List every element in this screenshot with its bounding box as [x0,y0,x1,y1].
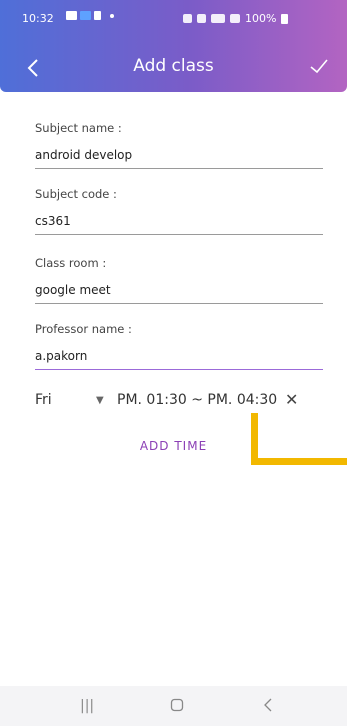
page-title: Add class [133,56,214,76]
status-system-icons: 100% [183,12,289,25]
add-time-button[interactable]: ADD TIME [0,439,347,453]
class-room-field: Class room : google meet [35,256,323,304]
subject-code-field: Subject code : cs361 [35,187,323,235]
wifi-icon [211,14,225,23]
professor-name-input[interactable]: a.pakorn [35,349,323,370]
class-room-input[interactable]: google meet [35,283,323,304]
subject-name-label: Subject name : [35,121,122,135]
more-dot-icon [110,13,114,18]
class-room-label: Class room : [35,256,107,270]
alarm-icon [183,14,192,23]
time-range[interactable]: PM. 01:30 ~ PM. 04:30 [117,392,277,408]
app-notification-icon [80,11,91,20]
home-circle-shape [170,698,184,712]
confirm-button[interactable] [307,54,331,78]
back-chevron-shape [264,698,272,712]
highlight-marker-arm [251,458,347,465]
recent-apps-icon[interactable]: ||| [80,698,94,714]
subject-name-field: Subject name : android develop [35,121,323,169]
status-notification-icons [66,11,114,20]
subject-code-label: Subject code : [35,187,117,201]
mute-icon [197,14,206,23]
home-icon[interactable] [170,698,184,716]
day-select[interactable]: Fri [35,392,52,408]
schedule-row: Fri ▼ PM. 01:30 ~ PM. 04:30 ✕ [35,390,325,410]
battery-percent: 100% [245,12,277,25]
battery-icon [281,13,289,24]
status-bar: 10:32 100% [0,0,347,38]
dropdown-arrow-icon[interactable]: ▼ [96,395,104,406]
signal-icon [230,14,240,23]
check-icon [310,59,328,74]
system-nav-bar: ||| [0,686,347,726]
back-nav-icon[interactable] [262,698,274,716]
subject-name-input[interactable]: android develop [35,148,323,169]
professor-name-label: Professor name : [35,322,132,336]
professor-name-field: Professor name : a.pakorn [35,322,323,370]
person-icon [94,11,101,20]
subject-code-input[interactable]: cs361 [35,214,323,235]
remove-time-button[interactable]: ✕ [285,390,298,409]
gallery-icon [66,11,77,20]
status-time: 10:32 [22,12,54,25]
toolbar: Add class [0,40,347,92]
app-header: 10:32 100% Add class [0,0,347,92]
